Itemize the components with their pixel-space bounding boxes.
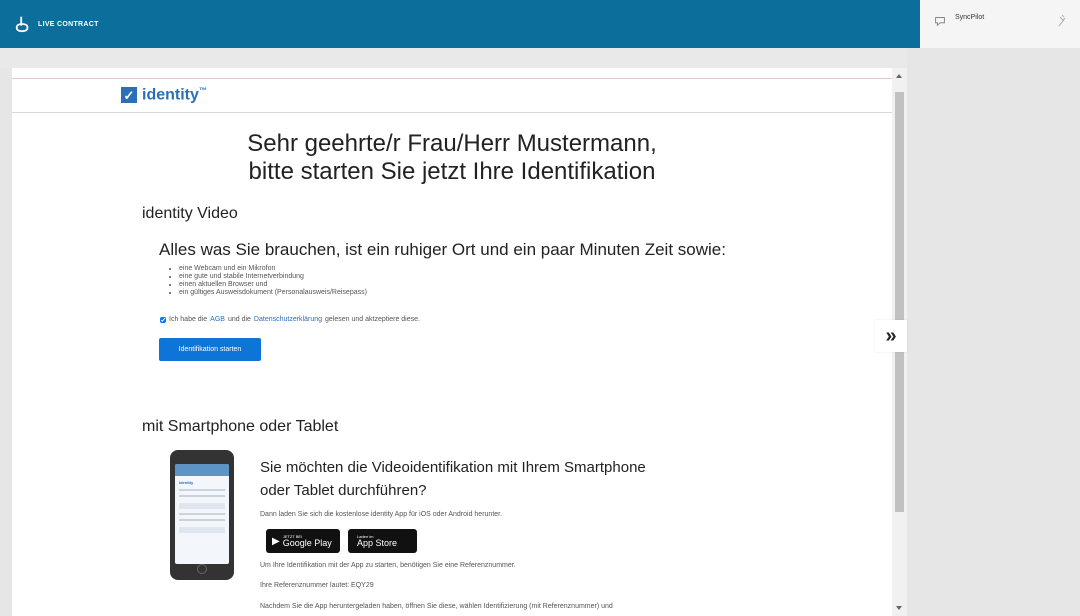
after-download-text: Nachdem Sie die App heruntergeladen habe… [260,603,613,610]
live-contract-logo-icon [15,16,29,33]
expand-panel-button[interactable]: » [875,320,907,352]
phone-screen: identity [175,464,229,564]
greeting: Sehr geehrte/r Frau/Herr Mustermann, bit… [12,130,892,186]
header-bottom-divider [12,112,892,113]
toolbar-spacer [0,48,920,68]
list-item: eine Webcam und ein Mikrofon [179,265,367,273]
google-play-button[interactable]: ▶ JETZT BEI Google Play [266,529,340,553]
greeting-line-1: Sehr geehrte/r Frau/Herr Mustermann, [247,130,657,157]
app-store-big: App Store [357,538,398,548]
list-item: ein gültiges Ausweisdokument (Personalau… [179,289,367,297]
smartphone-heading-line-2: oder Tablet durchführen? [260,482,427,499]
identity-logo: ✓ identity™ [121,86,207,104]
requirements-heading: Alles was Sie brauchen, ist ein ruhiger … [159,240,726,259]
plug-icon[interactable] [1056,13,1068,29]
identity-page: ✓ identity™ Sehr geehrte/r Frau/Herr Mus… [12,68,892,616]
download-text: Dann laden Sie sich die kostenlose ident… [260,511,503,518]
list-item: einen aktuellen Browser und [179,281,367,289]
app-header: LIVE CONTRACT [0,0,920,48]
requirements-list: eine Webcam und ein Mikrofon eine gute u… [175,265,367,297]
google-play-big: Google Play [282,538,332,548]
identity-check-icon: ✓ [121,87,137,104]
google-play-icon: ▶ [272,535,280,547]
reference-info: Um Ihre Identifikation mit der App zu st… [260,562,516,569]
agb-link[interactable]: AGB [210,316,225,323]
scroll-thumb[interactable] [895,92,904,512]
agree-and: und die [227,316,251,323]
identity-logo-text: identity™ [142,86,207,104]
phone-image: identity [170,450,234,580]
header-top-divider [12,78,892,79]
document-viewer[interactable]: ✓ identity™ Sehr geehrte/r Frau/Herr Mus… [12,68,907,616]
syncpilot-label: SyncPilot [955,14,985,21]
syncpilot-icon[interactable] [933,14,947,28]
smartphone-section-title: mit Smartphone oder Tablet [142,418,339,435]
privacy-link[interactable]: Datenschutzerklärung [254,316,322,323]
agree-suffix: gelesen und aktzeptiere diese. [325,316,420,323]
agree-checkbox[interactable] [160,316,166,323]
brand[interactable]: LIVE CONTRACT [14,15,99,33]
syncpilot-panel: SyncPilot [920,0,1080,48]
video-section-title: identity Video [142,205,238,222]
list-item: eine gute und stabile Internetverbindung [179,273,367,281]
greeting-line-2: bitte starten Sie jetzt Ihre Identifikat… [248,158,656,185]
start-identification-button[interactable]: Identifikation starten [159,338,261,361]
smartphone-heading-line-1: Sie möchten die Videoidentifikation mit … [260,459,646,476]
brand-name: LIVE CONTRACT [38,20,99,28]
app-store-button[interactable]: Laden im App Store [348,529,417,553]
agreement: Ich habe die AGB und die Datenschutzerkl… [160,316,420,323]
smartphone-heading: Sie möchten die Videoidentifikation mit … [260,456,740,502]
reference-number: Ihre Referenznummer lautet: EQY29 [260,582,374,589]
scroll-up-icon[interactable] [896,74,902,78]
right-panel [907,48,1080,616]
agree-prefix: Ich habe die [169,316,208,323]
scroll-down-icon[interactable] [896,606,902,610]
